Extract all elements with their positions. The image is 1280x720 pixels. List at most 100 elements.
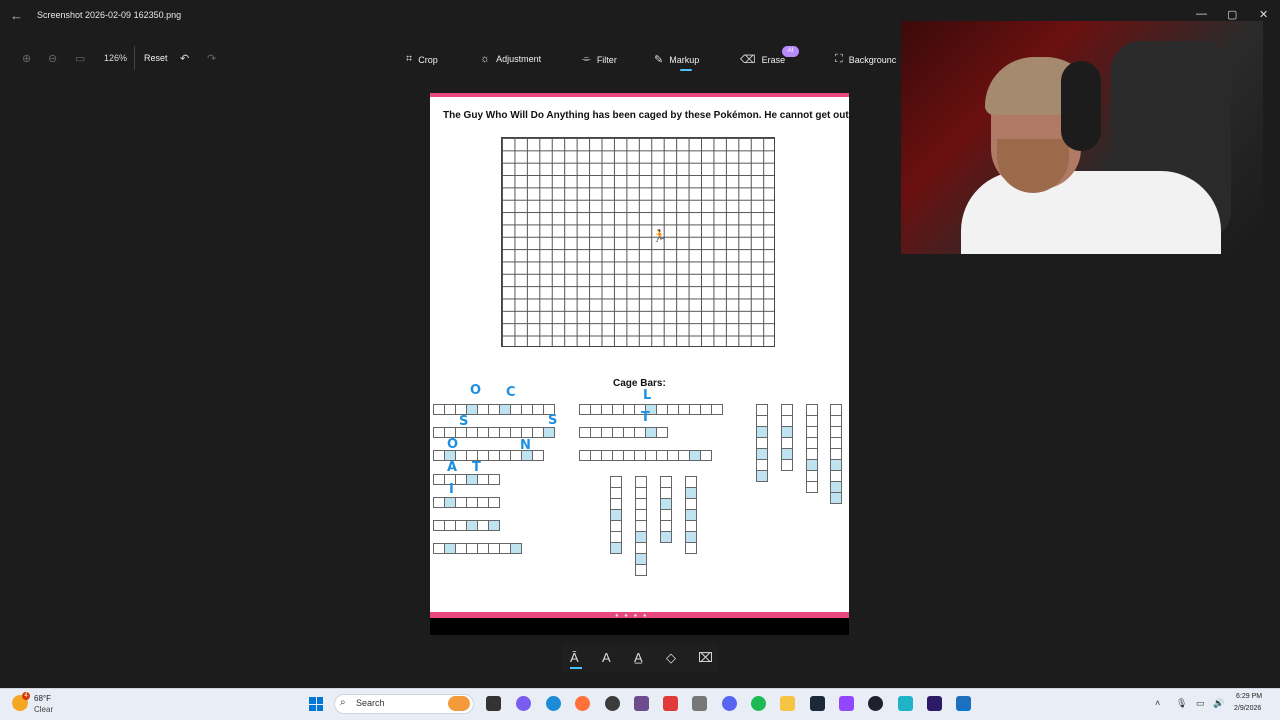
search-label: Search [356,698,385,708]
obs-icon[interactable] [605,696,620,711]
toolbar-divider [134,46,135,70]
network-icon[interactable]: ▭ [1196,698,1205,709]
undo-icon[interactable]: ↶ [180,52,189,65]
word-row[interactable] [433,474,500,485]
word-column[interactable] [660,476,672,543]
word-row[interactable] [433,404,555,415]
tool-markup[interactable]: ✎ Markup [654,53,699,66]
tool-crop[interactable]: ⌗ Crop [406,53,438,66]
crop-icon: ⌗ [406,53,413,65]
start-button[interactable] [309,697,323,711]
weather-condition[interactable]: Clear [34,705,53,714]
reset-button[interactable]: Reset [144,53,168,63]
minimize-button[interactable]: — [1196,8,1207,20]
chevron-up-icon[interactable]: ˄ [1155,698,1160,708]
fx-icon[interactable] [927,696,942,711]
handwritten-letter: A [447,460,458,475]
handwritten-letter: O [447,437,459,452]
twitch-icon[interactable] [839,696,854,711]
active-pen-indicator [570,667,582,669]
tool-filter[interactable]: ⌯ Filter [582,53,617,66]
handwritten-letter: N [520,438,531,453]
headset [1061,61,1101,151]
canvas-footer [430,618,849,635]
spotify-icon[interactable] [751,696,766,711]
tool-markup-label: Markup [669,54,700,65]
word-column[interactable] [685,476,697,554]
steam-icon[interactable] [810,696,825,711]
firefox-icon[interactable] [575,696,590,711]
close-button[interactable]: ✕ [1259,8,1268,21]
maximize-button[interactable]: ▢ [1227,8,1237,21]
handwritten-letter: S [459,414,469,429]
tool-adjustment[interactable]: ☼ Adjustment [480,53,541,65]
notification-badge: 4 [22,692,30,700]
word-row[interactable] [433,497,500,508]
zoom-in-icon[interactable]: ⊕ [22,52,31,65]
tool-background[interactable]: ⛶ Backgrounc [835,53,896,66]
word-column[interactable] [756,404,768,482]
page-indicator-dots[interactable]: ● ● ● ● [615,613,649,619]
word-column[interactable] [806,404,818,493]
discord-icon[interactable] [722,696,737,711]
word-row[interactable] [433,543,522,554]
handwritten-letter: I [449,482,454,497]
tool-erase[interactable]: ⌫ Erase [740,53,785,66]
word-row[interactable] [433,520,500,531]
clear-icon[interactable]: ⌧ [698,650,713,666]
webcam-overlay [901,21,1263,254]
word-row[interactable] [579,427,668,438]
tool-background-label: Backgrounc [848,54,897,65]
music-icon[interactable] [692,696,707,711]
tool-erase-label: Erase [761,54,786,65]
word-column[interactable] [781,404,793,471]
person-shirt [961,171,1221,254]
handwritten-letter: C [506,385,516,400]
zoom-out-icon[interactable]: ⊖ [48,52,57,65]
word-column[interactable] [635,476,647,576]
clock-time[interactable]: 6:29 PM [1236,693,1262,700]
word-column[interactable] [610,476,622,554]
edge-icon[interactable] [546,696,561,711]
file-explorer-icon[interactable] [780,696,795,711]
search-highlight-icon [448,696,470,711]
tool-adjustment-label: Adjustment [496,54,542,64]
cage-bars-label: Cage Bars: [613,378,666,389]
pen-icon: ✎ [654,54,664,66]
eraser-icon[interactable]: ◇ [666,650,676,666]
volume-icon[interactable]: 🔊 [1213,698,1224,709]
microphone-icon[interactable]: 🎙 [1176,698,1187,709]
word-row[interactable] [579,404,723,415]
handwritten-letter: T [472,460,481,475]
word-column[interactable] [830,404,842,504]
weather-temperature[interactable]: 68°F [34,694,51,703]
search-icon: ⌕ [340,697,346,708]
app-icon[interactable] [634,696,649,711]
filter-icon: ⌯ [582,53,591,65]
actual-size-icon[interactable]: ▭ [75,52,85,65]
ballpoint-pen-icon[interactable]: Ā [570,650,579,665]
app-icon[interactable] [898,696,913,711]
brightness-icon: ☼ [480,53,491,65]
redo-icon[interactable]: ↷ [207,52,216,65]
copilot-icon[interactable] [516,696,531,711]
word-row[interactable] [579,450,712,461]
window-title: Screenshot 2026-02-09 162350.png [37,10,182,20]
app-icon[interactable] [663,696,678,711]
active-tool-indicator [680,69,692,71]
eraser-icon: ⌫ [740,54,756,66]
app-icon[interactable] [868,696,883,711]
handwritten-letter: O [470,383,482,398]
task-view-icon[interactable] [486,696,501,711]
photos-icon[interactable] [956,696,971,711]
text-pen-icon[interactable]: A [602,650,611,665]
back-arrow-icon[interactable]: ← [10,8,23,23]
tool-crop-label: Crop [418,54,438,65]
cage-grid [501,137,775,347]
running-man-icon: 🏃 [652,229,667,243]
clock-date[interactable]: 2/9/2026 [1234,705,1261,712]
highlighter-icon[interactable]: A̲ [634,650,643,665]
handwritten-letter: S [548,413,558,428]
background-icon: ⛶ [835,53,843,65]
handwritten-letter: T [641,410,650,425]
